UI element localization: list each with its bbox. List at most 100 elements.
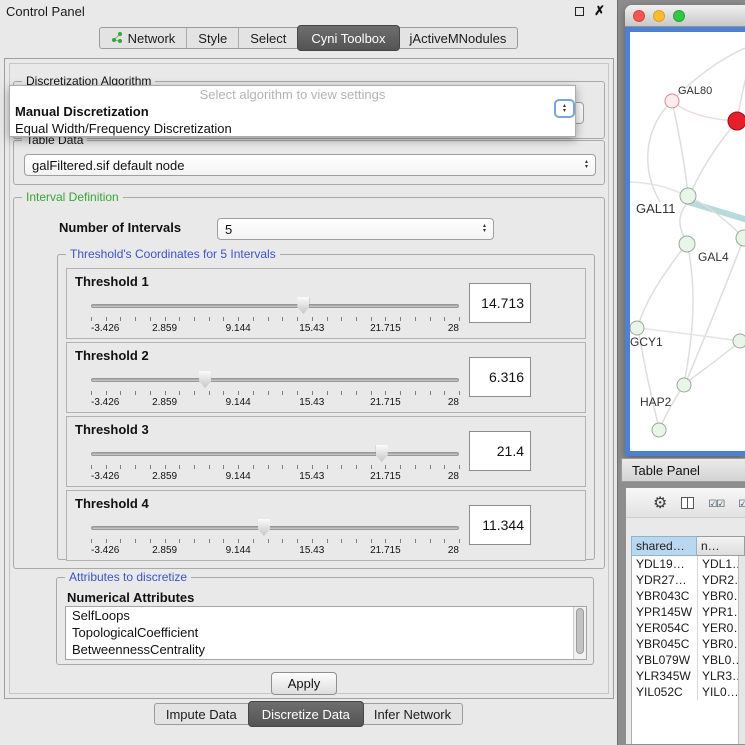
table-panel-titlebar[interactable]: Table Panel <box>621 458 745 482</box>
threshold-value-field[interactable]: 11.344 <box>469 505 531 545</box>
scrollbar-thumb[interactable] <box>576 608 584 654</box>
network-edge[interactable] <box>684 243 693 384</box>
threshold-value-field[interactable]: 21.4 <box>469 431 531 471</box>
slider-track[interactable] <box>91 526 459 530</box>
slider-track[interactable] <box>91 304 459 308</box>
table-row[interactable]: YLR345WYLR3… <box>632 668 745 684</box>
table-scrollbar[interactable] <box>738 556 745 744</box>
attribute-item-topologicalcoefficient[interactable]: TopologicalCoefficient <box>66 624 586 641</box>
tab-jactivemnodules[interactable]: jActiveMNodules <box>399 28 518 48</box>
attribute-item-betweennesscentrality[interactable]: BetweennessCentrality <box>66 641 586 658</box>
columns-icon[interactable] <box>681 497 694 509</box>
network-node-node[interactable] <box>733 334 745 348</box>
slider-thumb[interactable] <box>199 371 211 388</box>
slider-thumb[interactable] <box>297 297 309 314</box>
network-node-gal80-node[interactable] <box>665 94 679 108</box>
number-of-intervals-value: 5 <box>225 222 232 237</box>
table-row[interactable]: YIL052CYIL0… <box>632 684 745 700</box>
network-edge[interactable] <box>672 101 737 121</box>
number-of-intervals-combobox[interactable]: 5 <box>217 218 494 240</box>
tick-mark <box>282 465 283 469</box>
tick-mark <box>371 317 372 321</box>
zoom-traffic-light[interactable] <box>673 10 685 22</box>
table-cell[interactable]: YBL079W <box>632 652 698 668</box>
minimize-traffic-light[interactable] <box>653 10 665 22</box>
table-row[interactable]: YER054CYER0… <box>632 620 745 636</box>
network-edge[interactable] <box>672 101 688 194</box>
float-window-icon[interactable] <box>575 7 584 16</box>
slider-thumb[interactable] <box>258 519 270 536</box>
network-node-hap2-node[interactable] <box>652 423 666 437</box>
apply-button[interactable]: Apply <box>271 672 337 695</box>
network-node-gcy1-node[interactable] <box>630 321 644 335</box>
attributes-scrollbar[interactable] <box>573 607 586 659</box>
table-row[interactable]: YBR045CYBR0… <box>632 636 745 652</box>
threshold-value-field[interactable]: 6.316 <box>469 357 531 397</box>
table-cell[interactable]: YLR345W <box>632 668 698 684</box>
network-canvas[interactable]: GAL80GAL11GAL4GCY1HAP2 <box>630 32 745 451</box>
table-cell[interactable]: YDR27… <box>632 572 698 588</box>
threshold-slider[interactable] <box>91 297 459 315</box>
tick-mark <box>268 465 269 469</box>
table-row[interactable]: YPR145WYPR1… <box>632 604 745 620</box>
tick-mark <box>459 539 460 543</box>
slider-track[interactable] <box>91 378 459 382</box>
table-cell[interactable]: YBR043C <box>632 588 698 604</box>
algorithm-placeholder-option[interactable]: Select algorithm to view settings <box>10 86 575 103</box>
threshold-value-field[interactable]: 14.713 <box>469 283 531 323</box>
tick-mark <box>209 539 210 543</box>
network-edge[interactable] <box>688 202 745 220</box>
algorithm-combo-stepper[interactable] <box>554 99 575 118</box>
table-row[interactable]: YBR043CYBR0… <box>632 588 745 604</box>
tick-label: 2.859 <box>152 323 177 334</box>
select-none-icon[interactable] <box>738 494 745 512</box>
gear-icon[interactable] <box>653 493 667 513</box>
tab-impute-data[interactable]: Impute Data <box>155 704 249 724</box>
column-header-n[interactable]: n… <box>697 536 745 556</box>
table-row[interactable]: YDR27…YDR2… <box>632 572 745 588</box>
threshold-slider[interactable] <box>91 445 459 463</box>
table-cell[interactable]: YPR145W <box>632 604 698 620</box>
tick-mark <box>297 539 298 543</box>
tick-mark <box>297 391 298 395</box>
table-cell[interactable]: YBR045C <box>632 636 698 652</box>
close-traffic-light[interactable] <box>633 10 645 22</box>
tab-discretize-data[interactable]: Discretize Data <box>248 701 364 727</box>
table-cell[interactable]: YER054C <box>632 620 698 636</box>
tick-mark <box>459 391 460 395</box>
threshold-slider[interactable] <box>91 371 459 389</box>
attribute-item-selfloops[interactable]: SelfLoops <box>66 607 586 624</box>
bottom-tab-group: Impute DataDiscretize DataInfer Network <box>154 703 463 725</box>
table-row[interactable]: YDL19…YDL1… <box>632 556 745 572</box>
network-edge[interactable] <box>648 101 672 202</box>
tick-label: -3.426 <box>91 397 119 408</box>
table-cell[interactable]: YIL052C <box>632 684 698 700</box>
network-node-node[interactable] <box>680 188 696 204</box>
network-node-selected-red-node[interactable] <box>728 112 745 130</box>
tab-style[interactable]: Style <box>187 28 239 48</box>
tick-mark <box>356 465 357 469</box>
close-icon[interactable] <box>594 5 605 17</box>
select-all-icon[interactable] <box>708 494 724 512</box>
threshold-slider[interactable] <box>91 519 459 537</box>
algorithm-option-equal-width-frequency-discretization[interactable]: Equal Width/Frequency Discretization <box>10 120 575 137</box>
network-edge[interactable] <box>638 243 687 327</box>
network-edge[interactable] <box>630 182 688 197</box>
network-node-gal4-node[interactable] <box>679 236 695 252</box>
attributes-list[interactable]: SelfLoopsTopologicalCoefficientBetweenne… <box>65 606 587 660</box>
tab-network[interactable]: Network <box>100 28 188 48</box>
algorithm-option-manual-discretization[interactable]: Manual Discretization <box>10 103 575 120</box>
tab-infer-network[interactable]: Infer Network <box>363 704 462 724</box>
network-node-node[interactable] <box>677 378 691 392</box>
column-header-shared[interactable]: shared… <box>631 536 697 556</box>
table-cell[interactable]: YDL19… <box>632 556 698 572</box>
table-row[interactable]: YBL079WYBL0… <box>632 652 745 668</box>
slider-track[interactable] <box>91 452 459 456</box>
tab-select[interactable]: Select <box>239 28 298 48</box>
slider-thumb[interactable] <box>376 445 388 462</box>
network-edge[interactable] <box>690 121 737 194</box>
tab-cyni-toolbox[interactable]: Cyni Toolbox <box>297 25 399 51</box>
tick-label: 21.715 <box>370 323 401 334</box>
tick-mark <box>135 465 136 469</box>
table-data-combobox[interactable]: galFiltered.sif default node <box>24 154 596 176</box>
